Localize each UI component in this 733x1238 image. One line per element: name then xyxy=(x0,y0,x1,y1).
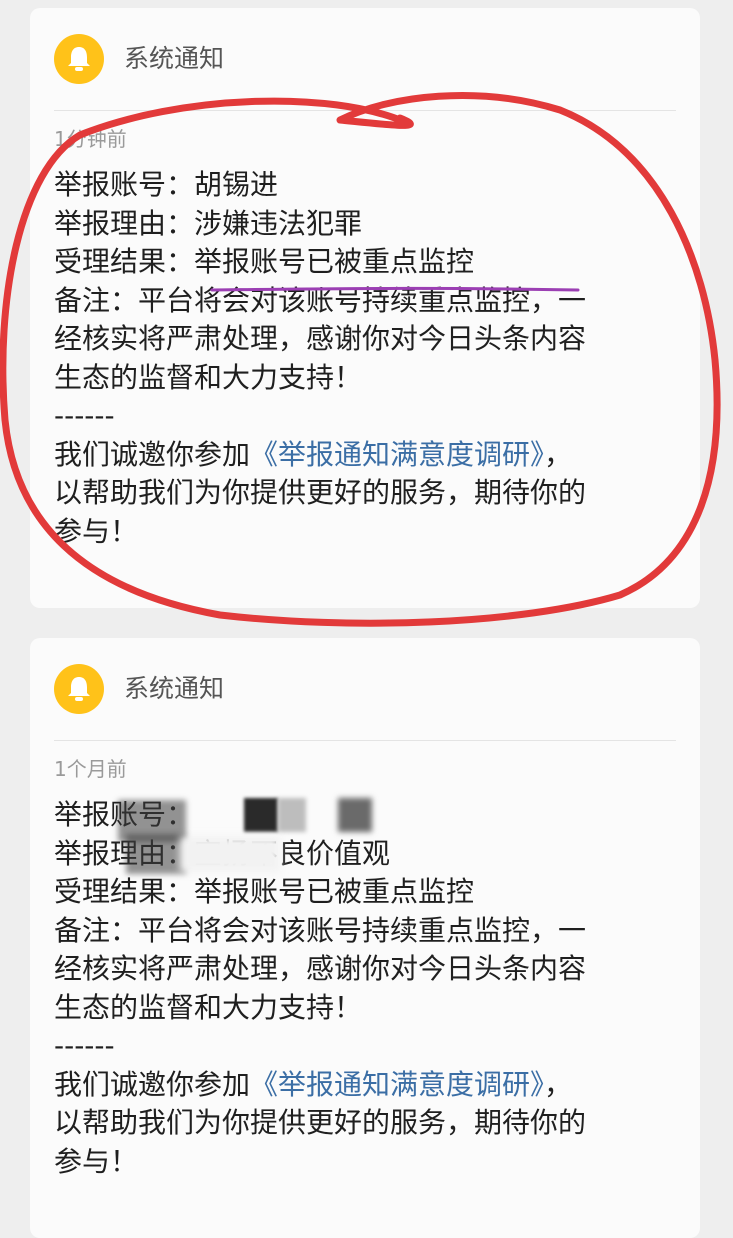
bell-icon xyxy=(54,664,104,714)
redaction-mosaic xyxy=(126,834,186,874)
notification-card-1[interactable]: 系统通知 1分钟前 举报账号：胡锡进 举报理由：涉嫌违法犯罪 受理结果：举报账号… xyxy=(30,8,700,608)
divider xyxy=(54,110,676,111)
invite-prefix: 我们诚邀你参加 xyxy=(54,1067,251,1101)
reported-account: 举报账号：胡锡进 xyxy=(54,168,279,201)
invite-suffix: ， xyxy=(544,437,573,471)
note-line: 备注：平台将会对该账号持续重点监控，一 xyxy=(54,913,587,947)
notification-time: 1个月前 xyxy=(54,757,127,781)
report-result: 受理结果：举报账号已被重点监控 xyxy=(54,875,475,908)
invite-line: 以帮助我们为你提供更好的服务，期待你的 xyxy=(54,476,587,509)
note-line: 备注：平台将会对该账号持续重点监控，一 xyxy=(54,283,587,317)
invite-prefix: 我们诚邀你参加 xyxy=(54,437,251,471)
notification-card-2[interactable]: 系统通知 1个月前 举报账号： 举报理由：宣扬不良价值观 受理结果：举报账号已被… xyxy=(30,638,700,1238)
survey-link[interactable]: 《举报通知满意度调研》 xyxy=(250,1068,544,1101)
redaction-mosaic xyxy=(244,798,278,832)
note-line: 经核实将严肃处理，感谢你对今日头条内容 xyxy=(54,322,587,355)
report-reason: 举报理由：涉嫌违法犯罪 xyxy=(54,206,363,240)
notification-body: 举报账号：胡锡进 举报理由：涉嫌违法犯罪 受理结果：举报账号已被重点监控 备注：… xyxy=(54,166,684,551)
separator: ------ xyxy=(54,399,115,432)
notification-time: 1分钟前 xyxy=(54,127,127,151)
invite-line: 我们诚邀你参加《举报通知满意度调研》， xyxy=(54,436,684,475)
note-line: 经核实将严肃处理，感谢你对今日头条内容 xyxy=(54,952,587,985)
redaction-mosaic xyxy=(180,836,280,872)
invite-line: 我们诚邀你参加《举报通知满意度调研》， xyxy=(54,1066,684,1105)
note-line: 生态的监督和大力支持！ xyxy=(54,360,363,394)
invite-line: 以帮助我们为你提供更好的服务，期待你的 xyxy=(54,1106,587,1139)
invite-line: 参与！ xyxy=(54,514,139,548)
invite-line: 参与！ xyxy=(54,1144,139,1178)
report-result: 受理结果：举报账号已被重点监控 xyxy=(54,245,475,278)
survey-link[interactable]: 《举报通知满意度调研》 xyxy=(250,438,544,471)
notification-title: 系统通知 xyxy=(124,674,225,703)
card-header: 系统通知 xyxy=(30,8,700,108)
notification-title: 系统通知 xyxy=(124,44,225,73)
redaction-mosaic xyxy=(338,798,372,832)
divider xyxy=(54,740,676,741)
redaction-mosaic xyxy=(278,798,306,832)
invite-suffix: ， xyxy=(544,1067,573,1101)
card-header: 系统通知 xyxy=(30,638,700,738)
separator: ------ xyxy=(54,1029,115,1062)
note-line: 生态的监督和大力支持！ xyxy=(54,990,363,1024)
bell-icon xyxy=(54,34,104,84)
